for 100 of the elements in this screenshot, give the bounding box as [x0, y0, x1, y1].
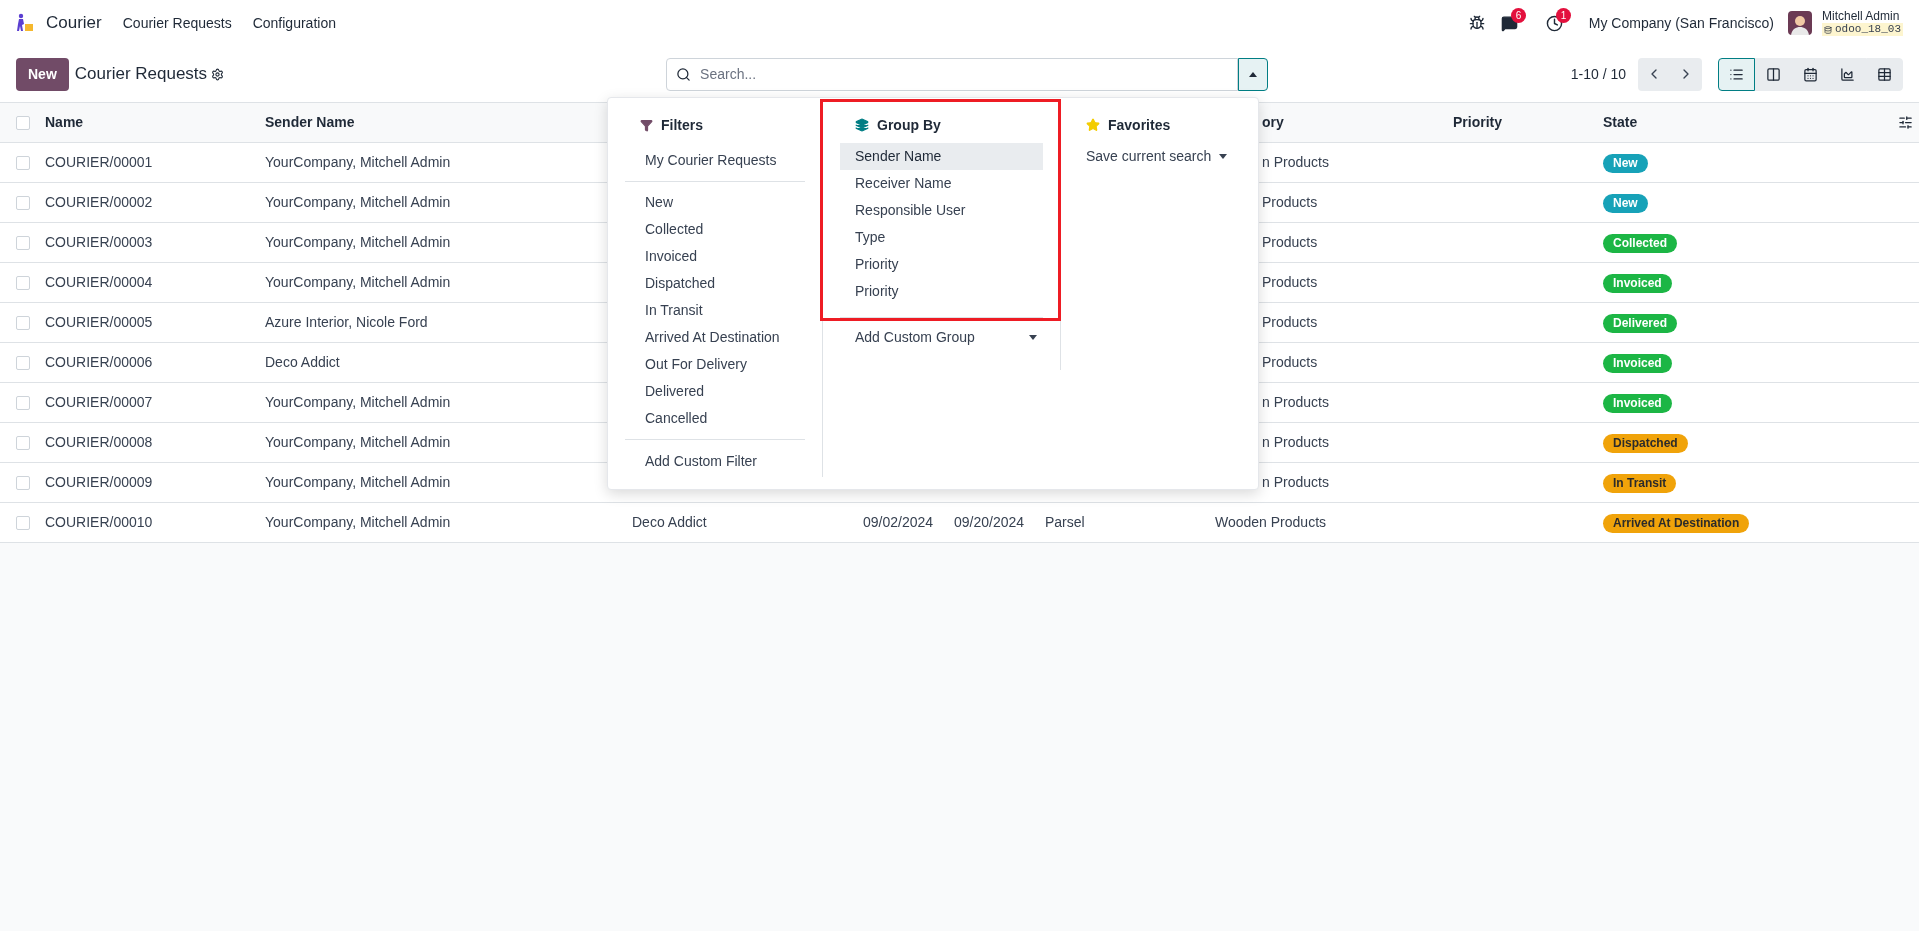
column-header[interactable]: State	[1603, 112, 1638, 133]
row-checkbox[interactable]	[16, 195, 30, 210]
table-cell: YourCompany, Mitchell Admin	[265, 274, 451, 290]
state-badge: Delivered	[1603, 314, 1678, 333]
column-header[interactable]: Name	[45, 112, 84, 133]
filter-option[interactable]: Collected	[625, 216, 805, 243]
search-panel-toggle[interactable]	[1238, 57, 1269, 91]
row-checkbox[interactable]	[16, 515, 30, 530]
filter-option[interactable]: In Transit	[625, 297, 805, 324]
table-cell: YourCompany, Mitchell Admin	[265, 234, 451, 250]
table-cell-text: Products	[1262, 273, 1318, 292]
table-cell-text: n Products	[1262, 153, 1329, 172]
clock-icon[interactable]	[1545, 14, 1563, 32]
kanban-icon	[1766, 66, 1781, 82]
table-cell: COURIER/00001	[45, 154, 153, 170]
table-cell: Azure Interior, Nicole Ford	[265, 314, 428, 330]
table-cell: YourCompany, Mitchell Admin	[265, 194, 451, 210]
table-cell: COURIER/00008	[45, 434, 153, 450]
caret-icon	[1249, 71, 1258, 77]
table-cell: COURIER/00005	[45, 314, 153, 330]
database-name: odoo_18_03	[1835, 23, 1901, 36]
search-icon	[676, 66, 692, 82]
group-by-option[interactable]: Priority	[840, 278, 1043, 305]
table-cell: Parsel	[1045, 514, 1085, 530]
table-cell-text: Wooden Products	[1215, 513, 1327, 532]
state-badge: New	[1603, 194, 1648, 213]
column-header[interactable]: Sender Name	[265, 112, 355, 133]
section-title: Favorites	[1108, 115, 1171, 135]
table-cell-text: n Products	[1262, 433, 1329, 452]
row-checkbox[interactable]	[16, 315, 30, 330]
user-avatar[interactable]	[1788, 11, 1812, 35]
page-title: Courier Requests	[74, 63, 208, 86]
table-cell: COURIER/00006	[45, 354, 153, 370]
previous-button[interactable]	[1638, 57, 1670, 91]
state-badge: Collected	[1603, 234, 1677, 253]
state-badge: Dispatched	[1603, 434, 1688, 453]
new-button[interactable]: New	[16, 57, 69, 91]
pager-value[interactable]: 1-10 / 10	[1570, 63, 1626, 85]
pivot-view-button[interactable]	[1866, 57, 1903, 91]
table-cell-text: n Products	[1262, 393, 1329, 412]
table-cell: YourCompany, Mitchell Admin	[265, 474, 451, 490]
row-checkbox[interactable]	[16, 235, 30, 250]
group-by-option[interactable]: Responsible User	[840, 197, 1043, 224]
table-cell: COURIER/00010	[45, 514, 153, 530]
kanban-view-button[interactable]	[1755, 57, 1792, 91]
table-cell: COURIER/00007	[45, 394, 153, 410]
database-icon	[1824, 25, 1832, 34]
filter-option[interactable]: Invoiced	[625, 243, 805, 270]
group-by-option[interactable]: Sender Name	[840, 143, 1043, 170]
bug-icon[interactable]	[1468, 15, 1485, 31]
state-badge: New	[1603, 154, 1648, 173]
state-badge: Arrived At Destination	[1603, 514, 1750, 533]
graph-icon	[1840, 66, 1855, 82]
add-custom-group[interactable]: Add Custom Group	[840, 324, 1043, 351]
group-by-option[interactable]: Type	[840, 224, 1043, 251]
row-checkbox[interactable]	[16, 355, 30, 370]
section-title: Group By	[877, 115, 941, 135]
column-settings-icon[interactable]	[1898, 115, 1913, 130]
filter-option[interactable]: Out For Delivery	[625, 351, 805, 378]
state-badge: Invoiced	[1603, 394, 1672, 413]
row-checkbox[interactable]	[16, 475, 30, 490]
filter-option[interactable]: Dispatched	[625, 270, 805, 297]
row-checkbox[interactable]	[16, 435, 30, 450]
table-cell: YourCompany, Mitchell Admin	[265, 514, 451, 530]
table-cell-text: Products	[1262, 313, 1318, 332]
courier-logo-icon	[16, 13, 34, 33]
filter-icon	[640, 118, 653, 132]
row-checkbox[interactable]	[16, 395, 30, 410]
column-header[interactable]: Priority	[1453, 112, 1502, 133]
column-header[interactable]: ory	[1262, 112, 1284, 133]
table-cell: COURIER/00009	[45, 474, 153, 490]
filter-option[interactable]: My Courier Requests	[625, 147, 805, 174]
menu-item[interactable]: Configuration	[252, 12, 336, 34]
save-search-button[interactable]: Save current search	[1078, 143, 1228, 170]
pivot-icon	[1877, 66, 1892, 82]
row-checkbox[interactable]	[16, 155, 30, 170]
menu-item[interactable]: Courier Requests	[122, 12, 232, 34]
row-checkbox[interactable]	[16, 115, 30, 130]
list-icon	[1729, 66, 1744, 82]
table-cell: COURIER/00004	[45, 274, 153, 290]
table-cell: Deco Addict	[632, 514, 707, 530]
group-by-option[interactable]: Priority	[840, 251, 1043, 278]
settings-icon[interactable]	[211, 67, 225, 81]
user-name: Mitchell Admin	[1822, 10, 1901, 23]
caret-icon	[1029, 335, 1037, 340]
table-cell: Deco Addict	[265, 354, 340, 370]
filter-option[interactable]: Delivered	[625, 378, 805, 405]
table-row[interactable]: COURIER/00010 YourCompany, Mitchell Admin Deco Addict 09/02/2024 09/20/2024 Parsel Wooden Products Arrived At Destination	[0, 503, 1919, 543]
filter-option[interactable]: Cancelled	[625, 405, 805, 432]
table-cell: COURIER/00002	[45, 194, 153, 210]
next-button[interactable]	[1670, 57, 1702, 91]
company-switcher[interactable]: My Company (San Francisco)	[1588, 12, 1774, 34]
list-view-button[interactable]	[1718, 57, 1755, 91]
table-cell: YourCompany, Mitchell Admin	[265, 434, 451, 450]
filter-option[interactable]: Arrived At Destination	[625, 324, 805, 351]
app-name[interactable]: Courier	[46, 10, 102, 36]
filter-option[interactable]: New	[625, 189, 805, 216]
search-field[interactable]: Search...	[666, 57, 1239, 91]
state-badge: Invoiced	[1603, 354, 1672, 373]
row-checkbox[interactable]	[16, 275, 30, 290]
